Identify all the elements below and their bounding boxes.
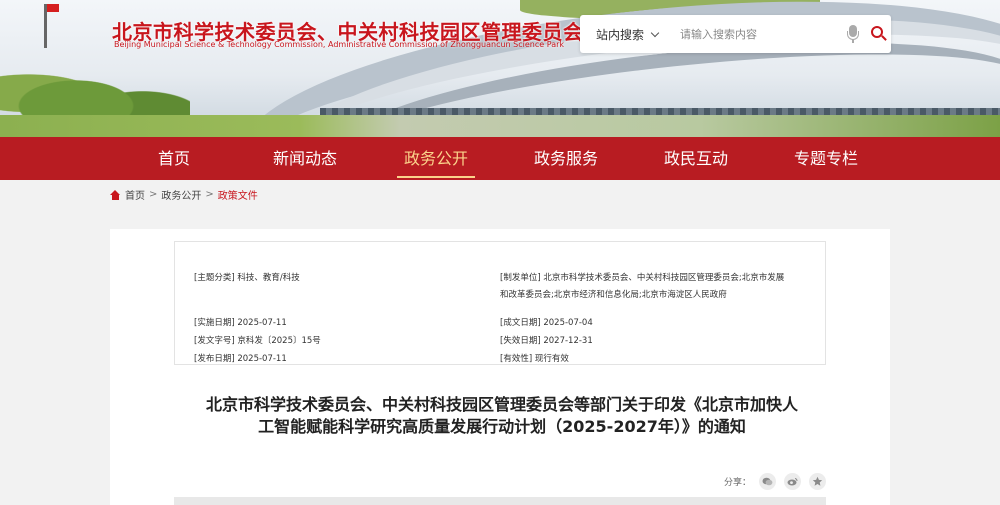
article-title: 北京市科学技术委员会、中关村科技园区管理委员会等部门关于印发《北京市加快人工智能… [205,395,798,436]
nav-item-government-services[interactable]: 政务服务 [527,137,605,180]
chevron-down-icon [650,28,660,37]
document-metadata-table: [主题分类] 科技、教育/科技 [制发单位] 北京市科学技术委员会、中关村科技园… [174,241,826,365]
nav-item-interaction[interactable]: 政民互动 [657,137,735,180]
weibo-icon[interactable] [784,473,802,490]
content-card: [主题分类] 科技、教育/科技 [制发单位] 北京市科学技术委员会、中关村科技园… [110,229,890,505]
meta-implementation-date: [实施日期] 2025-07-11 [194,318,287,328]
nav-item-news[interactable]: 新闻动态 [266,137,344,180]
meta-formed-date: [成文日期] 2025-07-04 [500,318,593,328]
nav-item-topics[interactable]: 专题专栏 [787,137,865,180]
meta-document-number: [发文字号] 京科发〔2025〕15号 [194,336,321,346]
microphone-icon[interactable] [844,24,862,44]
share-bar: 分享： [724,473,827,490]
meta-category: [主题分类] 科技、教育/科技 [194,273,300,283]
meta-expiry-date: [失效日期] 2027-12-31 [500,336,593,346]
breadcrumb: 首页 > 政务公开 > 政策文件 [110,187,258,202]
breadcrumb-government-affairs[interactable]: 政务公开 [161,187,201,202]
share-label: 分享： [724,478,752,488]
search-box: 站内搜索 [580,15,891,53]
breadcrumb-home[interactable]: 首页 [125,187,145,202]
main-nav: 首页 新闻动态 政务公开 政务服务 政民互动 专题专栏 [0,137,1000,180]
content-divider [174,497,826,505]
meta-issuer: [制发单位] 北京市科学技术委员会、中关村科技园区管理委员会;北京市发展 和改革… [500,273,785,300]
home-icon [110,189,121,200]
search-scope-dropdown[interactable]: 站内搜索 [580,15,670,53]
breadcrumb-separator: > [149,189,158,200]
site-subtitle-en: Beijing Municipal Science & Technology C… [114,40,565,49]
breadcrumb-separator: > [205,189,214,200]
nav-item-government-affairs[interactable]: 政务公开 [397,137,475,180]
meta-publish-date: [发布日期] 2025-07-11 [194,354,287,364]
flag-icon [44,4,59,48]
search-icon[interactable] [870,25,888,43]
wechat-icon[interactable] [759,473,777,490]
meta-validity: [有效性] 现行有效 [500,354,569,364]
favorite-icon[interactable] [809,473,827,490]
breadcrumb-policy-documents[interactable]: 政策文件 [218,187,258,202]
nav-item-home[interactable]: 首页 [145,137,203,180]
search-scope-label: 站内搜索 [596,27,645,42]
search-input[interactable] [670,27,841,41]
